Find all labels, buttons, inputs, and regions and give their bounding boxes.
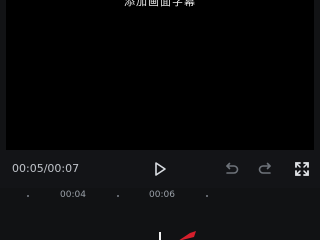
redo-button[interactable]: [255, 158, 277, 180]
ruler-label: 00:04: [60, 190, 86, 200]
fullscreen-icon: [295, 162, 309, 176]
ruler-label: 00:06: [149, 190, 175, 200]
play-button[interactable]: [149, 158, 171, 180]
ruler-dot: [206, 195, 208, 197]
fullscreen-button[interactable]: [291, 158, 313, 180]
video-preview[interactable]: 添加画面字幕: [6, 0, 314, 150]
playhead[interactable]: [159, 232, 161, 240]
video-editor: 添加画面字幕 00:05/00:07 00:04 00:06: [0, 0, 320, 240]
preview-caption: 添加画面字幕: [124, 0, 196, 8]
undo-icon: [226, 162, 239, 174]
redo-icon: [258, 162, 271, 174]
timeline[interactable]: 00:04 00:06: [0, 188, 320, 240]
undo-button[interactable]: [220, 158, 242, 180]
playback-controls: 00:05/00:07: [0, 150, 320, 188]
red-arrow-marker: [179, 231, 196, 240]
ruler-dot: [117, 195, 119, 197]
ruler-dot: [27, 195, 29, 197]
time-readout: 00:05/00:07: [12, 162, 80, 175]
play-icon: [155, 162, 166, 176]
